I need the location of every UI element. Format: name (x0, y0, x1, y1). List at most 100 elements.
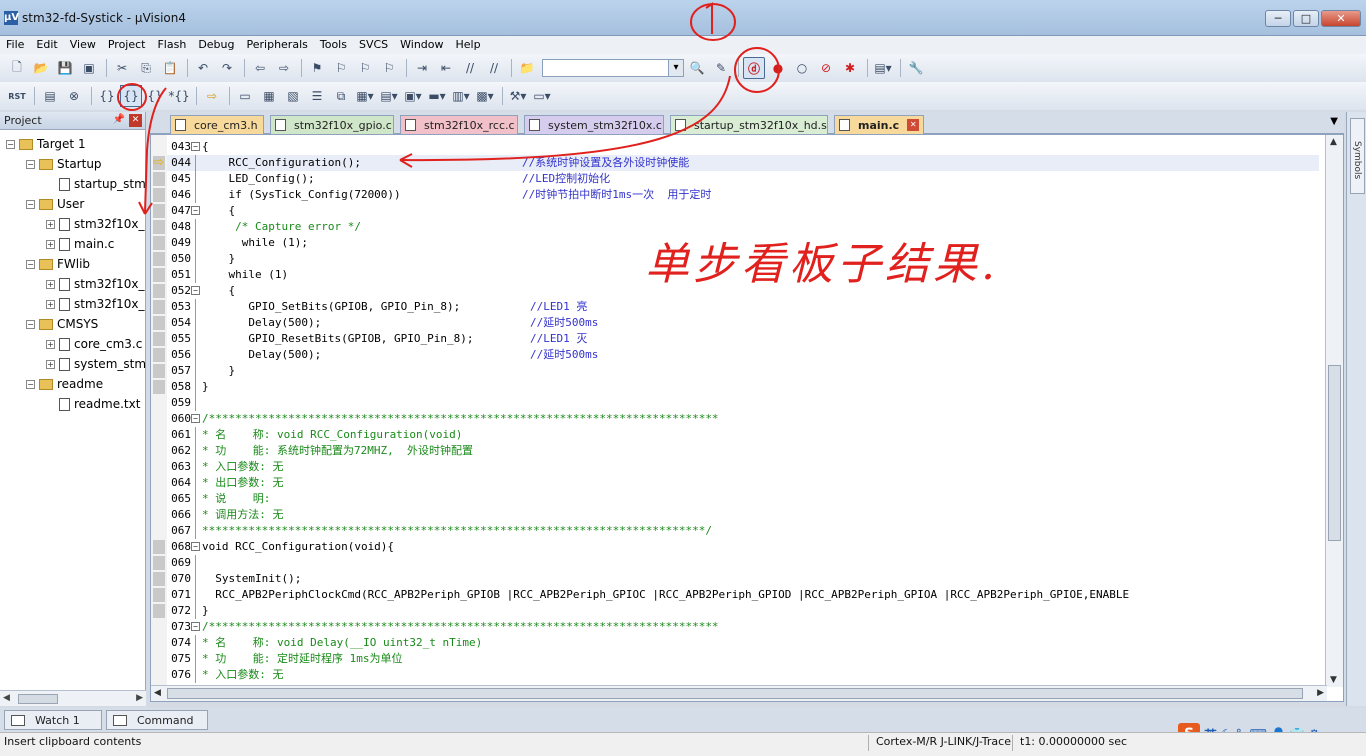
expand-icon[interactable]: + (46, 299, 55, 309)
tab-close-icon[interactable]: ✕ (907, 119, 920, 131)
new-file-icon[interactable]: 🗋 (6, 57, 28, 79)
symbols-tab[interactable]: Symbols (1350, 118, 1365, 194)
tree-item[interactable]: readme.txt (46, 394, 140, 414)
minimize-button[interactable]: ─ (1265, 10, 1291, 27)
bookmark-prev-icon[interactable]: ⚐ (330, 57, 352, 79)
code-line[interactable]: 067 *************************************… (167, 523, 1319, 539)
collapse-icon[interactable]: − (26, 159, 35, 169)
pin-icon[interactable]: 📌 (113, 114, 125, 125)
collapse-icon[interactable]: − (26, 319, 35, 329)
code-line[interactable]: 044 RCC_Configuration(); //系统时钟设置及各外设时钟使能 (167, 155, 1319, 171)
breakpoint-slot[interactable] (153, 172, 165, 186)
fold-icon[interactable]: − (191, 206, 200, 215)
tab-system-stm32f10x-c[interactable]: system_stm32f10x.c (524, 115, 664, 134)
breakpoint-slot[interactable] (153, 204, 165, 218)
breakpoint-slot[interactable] (153, 364, 165, 378)
fold-icon[interactable]: − (191, 622, 200, 631)
code-line[interactable]: 054 Delay(500); //延时500ms (167, 315, 1319, 331)
watch-window-icon[interactable]: ▦▾ (354, 85, 376, 107)
project-hscrollbar[interactable]: ◀ ▶ (0, 690, 146, 706)
call-stack-icon[interactable]: ⧉ (330, 85, 352, 107)
scroll-right-icon[interactable]: ▶ (136, 693, 143, 703)
run-to-cursor-icon[interactable]: *{} (168, 85, 190, 107)
breakpoint-slot[interactable] (153, 572, 165, 586)
tree-item[interactable]: − User (26, 194, 84, 214)
breakpoint-slot[interactable] (153, 300, 165, 314)
expand-icon[interactable] (46, 400, 55, 409)
breakpoint-slot[interactable] (153, 316, 165, 330)
scroll-thumb[interactable] (1328, 365, 1341, 541)
serial-window-icon[interactable]: ▣▾ (402, 85, 424, 107)
analysis-window-icon[interactable]: ▬▾ (426, 85, 448, 107)
fold-icon[interactable]: − (191, 414, 200, 423)
cut-icon[interactable]: ✂ (111, 57, 133, 79)
redo-icon[interactable]: ↷ (216, 57, 238, 79)
scroll-up-icon[interactable]: ▲ (1330, 137, 1337, 147)
run-icon[interactable]: ▤ (39, 85, 61, 107)
menu-peripherals[interactable]: Peripherals (241, 36, 314, 54)
code-line[interactable]: 060−/***********************************… (167, 411, 1319, 427)
menu-debug[interactable]: Debug (192, 36, 240, 54)
unindent-icon[interactable]: ⇤ (435, 57, 457, 79)
scroll-left-icon[interactable]: ◀ (3, 693, 10, 703)
menu-flash[interactable]: Flash (151, 36, 192, 54)
scroll-left-icon[interactable]: ◀ (154, 688, 161, 698)
code-line[interactable]: 058} (167, 379, 1319, 395)
window-config-icon[interactable]: ▤▾ (872, 57, 894, 79)
tab-list-icon[interactable]: ▼ (1330, 116, 1338, 127)
tab-core-cm3-h[interactable]: core_cm3.h (170, 115, 264, 134)
code-line[interactable]: 074 * 名 称: void Delay(__IO uint32_t nTime… (167, 635, 1319, 651)
expand-icon[interactable]: + (46, 359, 55, 369)
code-line[interactable]: 055 GPIO_ResetBits(GPIOB, GPIO_Pin_8); //… (167, 331, 1319, 347)
disassembly-icon[interactable]: ▦ (258, 85, 280, 107)
code-line[interactable]: 057 } (167, 363, 1319, 379)
breakpoint-slot[interactable] (153, 252, 165, 266)
menu-window[interactable]: Window (394, 36, 449, 54)
expand-icon[interactable] (46, 180, 55, 189)
step-into-icon[interactable]: {} (96, 85, 118, 107)
code-line[interactable]: 063 * 入口参数: 无 (167, 459, 1319, 475)
breakpoint-slot[interactable] (153, 220, 165, 234)
scroll-thumb[interactable] (18, 694, 58, 704)
menu-help[interactable]: Help (450, 36, 487, 54)
code-line[interactable]: 069 (167, 555, 1319, 571)
save-all-icon[interactable]: ▣ (78, 57, 100, 79)
breakpoint-slot[interactable] (153, 188, 165, 202)
indent-icon[interactable]: ⇥ (411, 57, 433, 79)
breakpoint-slot[interactable] (153, 268, 165, 282)
breakpoint-slot[interactable] (153, 604, 165, 618)
uncomment-icon[interactable]: /∕ (483, 57, 505, 79)
trace-window-icon[interactable]: ▥▾ (450, 85, 472, 107)
code-editor[interactable]: 043−{⇨ 044 RCC_Configuration();//系统时钟设置及各… (150, 134, 1344, 702)
close-button[interactable]: ✕ (1321, 10, 1361, 27)
stop-icon[interactable]: ⊗ (63, 85, 85, 107)
memory-window-icon[interactable]: ▤▾ (378, 85, 400, 107)
breakpoint-disabled-icon[interactable]: ○ (791, 57, 813, 79)
breakpoint-slot[interactable] (153, 332, 165, 346)
breakpoint-all-icon[interactable]: ✱ (839, 57, 861, 79)
tree-item[interactable]: − Target 1 (6, 134, 86, 154)
command-window-icon[interactable]: ▭ (234, 85, 256, 107)
code-line[interactable]: 072} (167, 603, 1319, 619)
tree-item[interactable]: startup_stm (46, 174, 146, 194)
tree-item[interactable]: + stm32f10x_ (46, 294, 145, 314)
breakpoint-slot[interactable] (153, 236, 165, 250)
tab-stm32f10x-gpio-c[interactable]: stm32f10x_gpio.c (270, 115, 394, 134)
code-line[interactable]: 076 * 入口参数: 无 (167, 667, 1319, 683)
collapse-icon[interactable]: − (26, 379, 35, 389)
code-line[interactable]: 066 * 调用方法: 无 (167, 507, 1319, 523)
tab-command[interactable]: Command (106, 710, 208, 730)
step-over-icon[interactable]: {} (120, 85, 142, 107)
code-line[interactable]: 068− void RCC_Configuration(void){ (167, 539, 1319, 555)
undo-icon[interactable]: ↶ (192, 57, 214, 79)
editor-vscrollbar[interactable]: ▲ ▼ (1325, 135, 1343, 687)
code-line[interactable]: 061 * 名 称: void RCC_Configuration(void) (167, 427, 1319, 443)
tree-item[interactable]: + main.c (46, 234, 114, 254)
breakpoint-slot[interactable] (153, 284, 165, 298)
step-out-icon[interactable]: {} (144, 85, 166, 107)
comment-icon[interactable]: // (459, 57, 481, 79)
expand-icon[interactable]: + (46, 239, 55, 249)
tree-item[interactable]: + core_cm3.c (46, 334, 142, 354)
code-line[interactable]: 062 * 功 能: 系统时钟配置为72MHZ, 外设时钟配置 (167, 443, 1319, 459)
code-line[interactable]: 043−{ (167, 139, 1319, 155)
